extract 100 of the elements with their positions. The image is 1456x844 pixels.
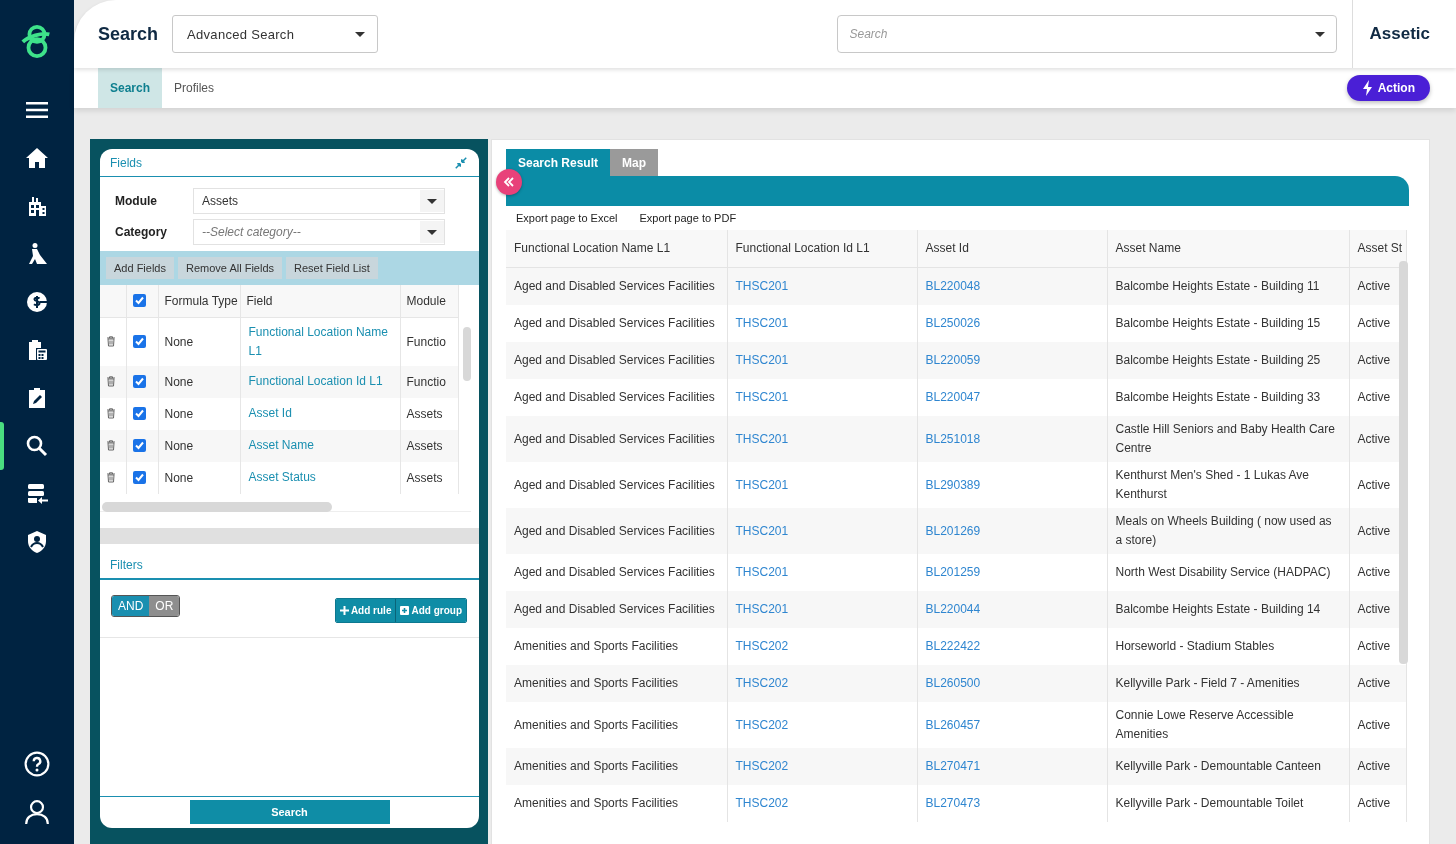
link[interactable]: BL270473 <box>925 796 981 810</box>
table-cell: Meals on Wheels Building ( now used as a store) <box>1115 514 1332 547</box>
table-cell: Balcombe Heights Estate - Building 25 <box>1115 353 1321 367</box>
link[interactable]: BL220047 <box>925 390 981 404</box>
column-header: Asset Id <box>917 230 1107 268</box>
link[interactable]: BL201269 <box>925 523 981 538</box>
table-cell: Connie Lowe Reserve Accessible Amenities <box>1115 708 1294 741</box>
trash-icon[interactable] <box>106 440 116 451</box>
module-dropdown[interactable]: Assets <box>193 188 445 214</box>
checkbox[interactable] <box>132 375 146 388</box>
table-cell: Balcombe Heights Estate - Building 15 <box>1115 316 1321 330</box>
panel-title: Fields <box>110 155 142 170</box>
table-cell: Aged and Disabled Services Facilities <box>514 353 715 367</box>
table-cell: None <box>158 365 240 398</box>
link[interactable]: BL222422 <box>925 639 981 653</box>
table-cell: Active <box>1357 565 1391 579</box>
collapse-button[interactable] <box>496 169 522 195</box>
tab[interactable]: Profiles <box>162 68 227 108</box>
table-cell: Kellyville Park - Field 7 - Amenities <box>1115 676 1300 690</box>
vertical-scrollbar[interactable] <box>463 327 471 381</box>
link[interactable]: BL220059 <box>925 353 981 367</box>
table-cell: Balcombe Heights Estate - Building 33 <box>1115 390 1321 404</box>
table-cell: Functio <box>400 317 458 366</box>
tab[interactable]: Search <box>98 68 163 108</box>
link[interactable]: BL220044 <box>925 602 981 616</box>
vertical-scrollbar[interactable] <box>1399 261 1408 664</box>
add-button[interactable]: Add group <box>395 599 466 622</box>
link[interactable]: THSC201 <box>735 353 789 367</box>
add-button[interactable]: Add rule <box>335 599 396 622</box>
field-link[interactable]: Asset Id <box>248 404 392 423</box>
link[interactable]: THSC201 <box>735 602 789 616</box>
table-cell: Active <box>1357 316 1391 330</box>
link[interactable]: THSC202 <box>735 639 789 653</box>
link[interactable]: THSC202 <box>735 717 789 732</box>
trash-icon[interactable] <box>106 472 116 483</box>
action-button[interactable]: Action <box>1346 75 1430 101</box>
trash-icon[interactable] <box>106 408 116 419</box>
search-field[interactable]: Search <box>836 15 1337 53</box>
link[interactable]: THSC201 <box>735 477 789 492</box>
caret-icon <box>427 198 437 204</box>
mode-dropdown[interactable]: Advanced Search <box>172 15 379 53</box>
table-cell: Active <box>1357 477 1391 492</box>
trash-icon[interactable] <box>106 336 116 347</box>
field-link[interactable]: Functional Location Name L1 <box>248 322 392 361</box>
horizontal-scrollbar[interactable] <box>102 502 332 512</box>
table-cell: Kellyville Park - Demountable Toilet <box>1115 796 1304 810</box>
help-icon[interactable] <box>24 751 50 777</box>
table-cell: Active <box>1357 279 1391 293</box>
link[interactable]: BL250026 <box>925 316 981 330</box>
dropdown-value: Advanced Search <box>187 26 295 42</box>
link[interactable]: THSC202 <box>735 796 789 810</box>
field-link[interactable]: Asset Status <box>248 468 392 487</box>
link[interactable]: BL251018 <box>925 431 981 446</box>
toolbar-button[interactable]: Reset Field List <box>286 257 378 279</box>
link[interactable]: THSC201 <box>735 279 789 293</box>
toolbar-button[interactable]: Remove All Fields <box>178 257 283 279</box>
link[interactable]: THSC201 <box>735 390 789 404</box>
link[interactable]: THSC202 <box>735 676 789 690</box>
tab[interactable]: Search Result <box>506 149 611 176</box>
link[interactable]: BL201259 <box>925 565 981 579</box>
link[interactable]: THSC201 <box>735 316 789 330</box>
link[interactable]: BL270471 <box>925 759 981 773</box>
caret-icon <box>355 31 366 37</box>
table-cell: Amenities and Sports Facilities <box>514 676 679 690</box>
dropdown-placeholder: --Select category-- <box>202 225 301 239</box>
checkbox[interactable] <box>132 471 146 484</box>
link[interactable]: BL220048 <box>925 279 981 293</box>
table-cell: Aged and Disabled Services Facilities <box>514 431 715 446</box>
link[interactable]: BL290389 <box>925 477 981 492</box>
category-dropdown[interactable]: --Select category-- <box>193 219 445 245</box>
trash-icon[interactable] <box>106 376 116 387</box>
user-icon[interactable] <box>24 799 50 825</box>
list-arrow-icon <box>25 482 49 506</box>
table-cell: Horseworld - Stadium Stables <box>1115 639 1275 653</box>
toolbar-button[interactable]: Add Fields <box>106 257 174 279</box>
search-button[interactable]: Search <box>189 800 390 824</box>
link[interactable]: THSC201 <box>735 523 789 538</box>
collapse-icon[interactable] <box>455 156 467 169</box>
plus-icon <box>339 606 349 615</box>
table-cell: Aged and Disabled Services Facilities <box>514 477 715 492</box>
table-cell: Aged and Disabled Services Facilities <box>514 316 715 330</box>
table-cell: Active <box>1357 717 1391 732</box>
column-header: Module <box>400 285 458 317</box>
checkbox[interactable] <box>132 439 146 452</box>
checkbox[interactable] <box>132 407 146 420</box>
link[interactable]: THSC201 <box>735 565 789 579</box>
link[interactable]: THSC201 <box>735 431 789 446</box>
table-cell: Aged and Disabled Services Facilities <box>514 279 715 293</box>
link[interactable]: THSC202 <box>735 759 789 773</box>
checkbox[interactable] <box>132 335 146 348</box>
table-cell: Amenities and Sports Facilities <box>514 717 679 732</box>
table-cell: Aged and Disabled Services Facilities <box>514 523 715 538</box>
table-cell: Active <box>1357 759 1391 773</box>
tab[interactable]: Map <box>610 149 659 176</box>
checkbox[interactable] <box>132 294 146 308</box>
section-title: Filters <box>100 552 479 580</box>
logic-toggle[interactable]: OR <box>149 596 180 616</box>
logic-toggle[interactable]: AND <box>112 596 150 616</box>
link[interactable]: BL260500 <box>925 676 981 690</box>
link[interactable]: BL260457 <box>925 717 981 732</box>
